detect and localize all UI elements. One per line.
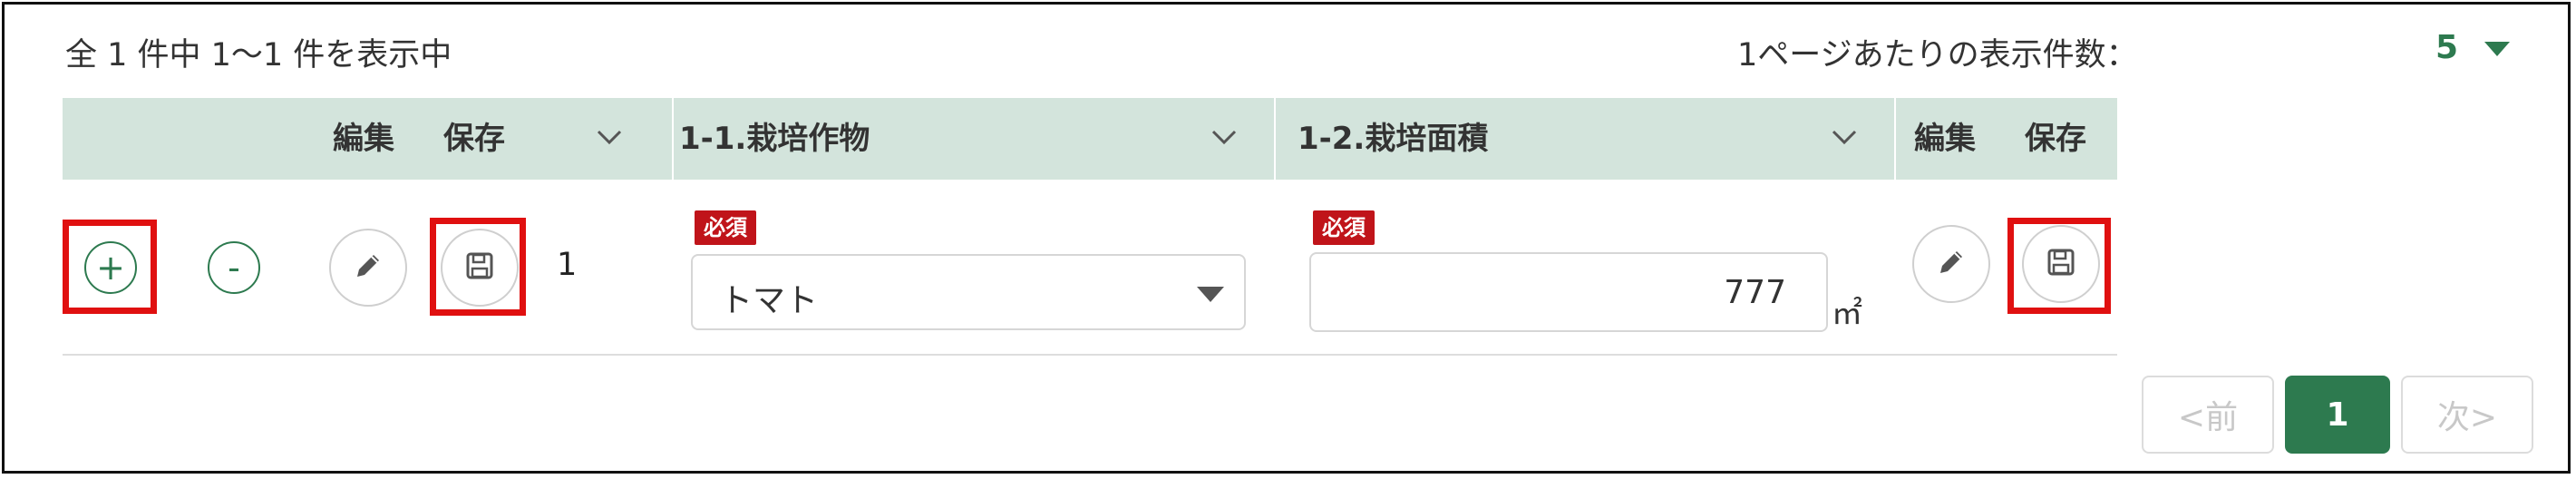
per-page-value: 5 xyxy=(2435,29,2459,66)
area-input[interactable] xyxy=(1309,252,1828,332)
header-save-right: 保存 xyxy=(2025,121,2086,157)
row-divider xyxy=(63,354,2117,356)
caret-down-icon xyxy=(2484,42,2510,56)
chevron-down-icon[interactable] xyxy=(596,127,622,147)
page-1-button[interactable]: 1 xyxy=(2285,376,2390,454)
header-edit: 編集 xyxy=(333,121,394,157)
remove-row-button[interactable]: - xyxy=(208,241,260,294)
prev-page-button[interactable]: <前 xyxy=(2142,376,2274,454)
header-divider xyxy=(1894,98,1896,180)
next-page-button[interactable]: 次> xyxy=(2401,376,2533,454)
pencil-icon xyxy=(352,249,384,286)
header-divider xyxy=(672,98,674,180)
table-header: 編集 保存 1-1.栽培作物 1-2.栽培面積 編集 保存 xyxy=(63,98,2117,180)
header-divider xyxy=(1274,98,1276,180)
row-number: 1 xyxy=(557,247,578,283)
header-crop: 1-1.栽培作物 xyxy=(679,121,870,157)
per-page-select[interactable]: 5 xyxy=(2419,27,2528,73)
caret-down-icon xyxy=(1197,287,1224,302)
crop-select-value: トマト xyxy=(720,282,819,319)
result-summary: 全 1 件中 1～1 件を表示中 xyxy=(65,37,452,73)
chevron-down-icon[interactable] xyxy=(1831,127,1857,147)
per-page-label: 1ページあたりの表示件数： xyxy=(1737,37,2138,73)
area-unit: ㎡ xyxy=(1832,296,1862,332)
required-badge: 必須 xyxy=(695,210,756,245)
required-badge: 必須 xyxy=(1313,210,1375,245)
header-edit-right: 編集 xyxy=(1914,121,1976,157)
chevron-down-icon[interactable] xyxy=(1210,127,1237,147)
crop-select[interactable]: トマト xyxy=(691,254,1246,330)
header-area: 1-2.栽培面積 xyxy=(1298,121,1489,157)
highlight-box xyxy=(63,220,157,314)
pencil-icon xyxy=(1935,246,1968,282)
highlight-box xyxy=(430,218,526,316)
edit-button-right[interactable] xyxy=(1912,225,1990,303)
header-save: 保存 xyxy=(443,121,505,157)
edit-button[interactable] xyxy=(329,229,407,307)
highlight-box xyxy=(2007,218,2111,314)
